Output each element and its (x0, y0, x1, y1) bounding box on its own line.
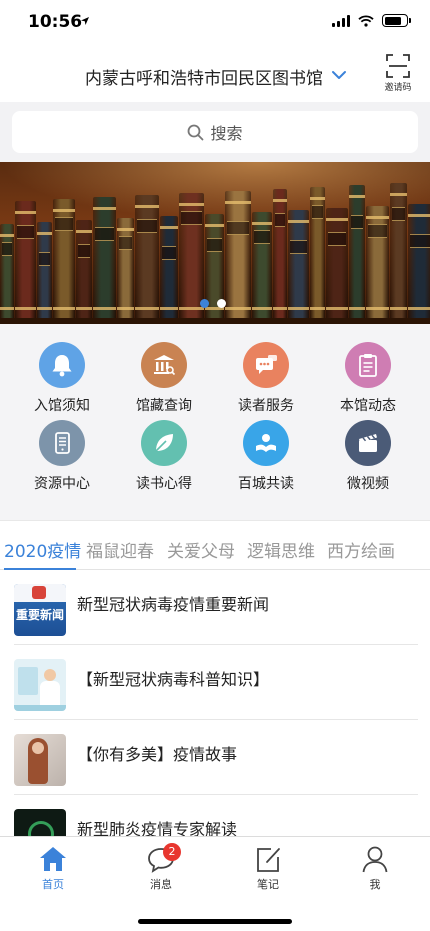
tab-label: 消息 (150, 878, 172, 891)
invite-code-button[interactable]: 邀请码 (378, 54, 418, 93)
header: 内蒙古呼和浩特市回民区图书馆 邀请码 (0, 44, 430, 102)
feature-resource-center[interactable]: 资源中心 (12, 420, 112, 493)
clapperboard-icon (345, 420, 391, 466)
news-item[interactable]: 【你有多美】疫情故事 (0, 720, 430, 795)
library-building-icon (141, 342, 187, 388)
tab-home[interactable]: 首页 (23, 845, 83, 892)
search-input[interactable]: 搜索 (12, 111, 418, 153)
feature-city-reading[interactable]: 百城共读 (216, 420, 316, 493)
status-time: 10:56 (28, 12, 83, 32)
bottom-tab-bar: 首页 2 消息 笔记 我 (0, 836, 430, 931)
category-tabs: 2020疫情 福鼠迎春 关爱父母 逻辑思维 西方绘画 (0, 520, 430, 570)
status-bar: 10:56 (0, 0, 430, 44)
tab-2020-epidemic[interactable]: 2020疫情 (4, 537, 81, 562)
bell-icon (39, 342, 85, 388)
news-title: 【新型冠状病毒科普知识】 (77, 670, 270, 689)
news-thumbnail (14, 734, 66, 786)
search-icon (188, 124, 204, 140)
library-name[interactable]: 内蒙古呼和浩特市回民区图书馆 (85, 64, 323, 89)
tab-spring-festival[interactable]: 福鼠迎春 (86, 537, 154, 562)
feature-entry-guide[interactable]: 入馆须知 (12, 342, 112, 415)
feature-grid: 入馆须知 馆藏查询 读者服务 本馆动态 资源中心 读书心得 百城共读 微视频 (0, 324, 430, 520)
news-thumbnail: 重要新闻 (14, 584, 66, 636)
news-thumbnail (14, 659, 66, 711)
search-placeholder: 搜索 (210, 124, 243, 143)
tab-label: 首页 (42, 878, 64, 891)
tab-logic-thinking[interactable]: 逻辑思维 (247, 537, 315, 562)
profile-icon (362, 846, 388, 873)
chat-icon (243, 342, 289, 388)
carousel-dot (200, 299, 209, 308)
home-icon (40, 847, 66, 871)
note-icon (257, 848, 280, 872)
message-badge: 2 (163, 843, 181, 861)
home-indicator (138, 919, 292, 924)
reader-icon (243, 420, 289, 466)
feature-collection-search[interactable]: 馆藏查询 (114, 342, 214, 415)
news-list: 重要新闻 新型冠状病毒疫情重要新闻 【新型冠状病毒科普知识】 【你有多美】疫情故… (0, 570, 430, 836)
feature-label: 本馆动态 (340, 398, 396, 414)
chevron-down-icon[interactable] (330, 66, 348, 84)
feature-label: 入馆须知 (34, 398, 90, 414)
scan-icon (386, 54, 410, 78)
carousel-indicator (200, 299, 226, 308)
tab-label: 笔记 (257, 878, 279, 891)
status-indicators (332, 14, 411, 27)
feature-reader-service[interactable]: 读者服务 (216, 342, 316, 415)
tab-label: 我 (369, 878, 381, 891)
banner-carousel[interactable] (0, 162, 430, 324)
phone-icon (39, 420, 85, 466)
search-area: 搜索 (0, 102, 430, 162)
cellular-signal-icon (332, 14, 350, 27)
tab-profile[interactable]: 我 (345, 845, 405, 892)
location-arrow-icon (81, 17, 89, 25)
feature-reading-notes[interactable]: 读书心得 (114, 420, 214, 493)
tab-messages[interactable]: 2 消息 (131, 843, 191, 892)
tab-notes[interactable]: 笔记 (238, 845, 298, 892)
news-item[interactable]: 新型肺炎疫情专家解读 (0, 795, 430, 836)
tab-western-painting[interactable]: 西方绘画 (327, 537, 395, 562)
carousel-dot (217, 299, 226, 308)
news-thumbnail (14, 809, 66, 836)
battery-icon (382, 14, 411, 27)
news-item[interactable]: 重要新闻 新型冠状病毒疫情重要新闻 (0, 570, 430, 645)
thumbnail-text: 重要新闻 (15, 608, 64, 622)
feature-label: 微视频 (347, 476, 389, 492)
feature-label: 百城共读 (238, 476, 294, 492)
news-title: 新型肺炎疫情专家解读 (77, 820, 238, 836)
feature-library-news[interactable]: 本馆动态 (318, 342, 418, 415)
invite-code-label: 邀请码 (384, 83, 412, 93)
news-title: 新型冠状病毒疫情重要新闻 (77, 595, 270, 614)
news-title: 【你有多美】疫情故事 (77, 745, 238, 764)
feature-label: 读书心得 (136, 476, 192, 492)
feature-micro-video[interactable]: 微视频 (318, 420, 418, 493)
leaf-icon (141, 420, 187, 466)
tab-care-parents[interactable]: 关爱父母 (167, 537, 235, 562)
feature-label: 馆藏查询 (136, 398, 192, 414)
wifi-icon (358, 14, 374, 27)
news-item[interactable]: 【新型冠状病毒科普知识】 (0, 645, 430, 720)
clipboard-icon (345, 342, 391, 388)
feature-label: 读者服务 (238, 398, 294, 414)
feature-label: 资源中心 (34, 476, 90, 492)
